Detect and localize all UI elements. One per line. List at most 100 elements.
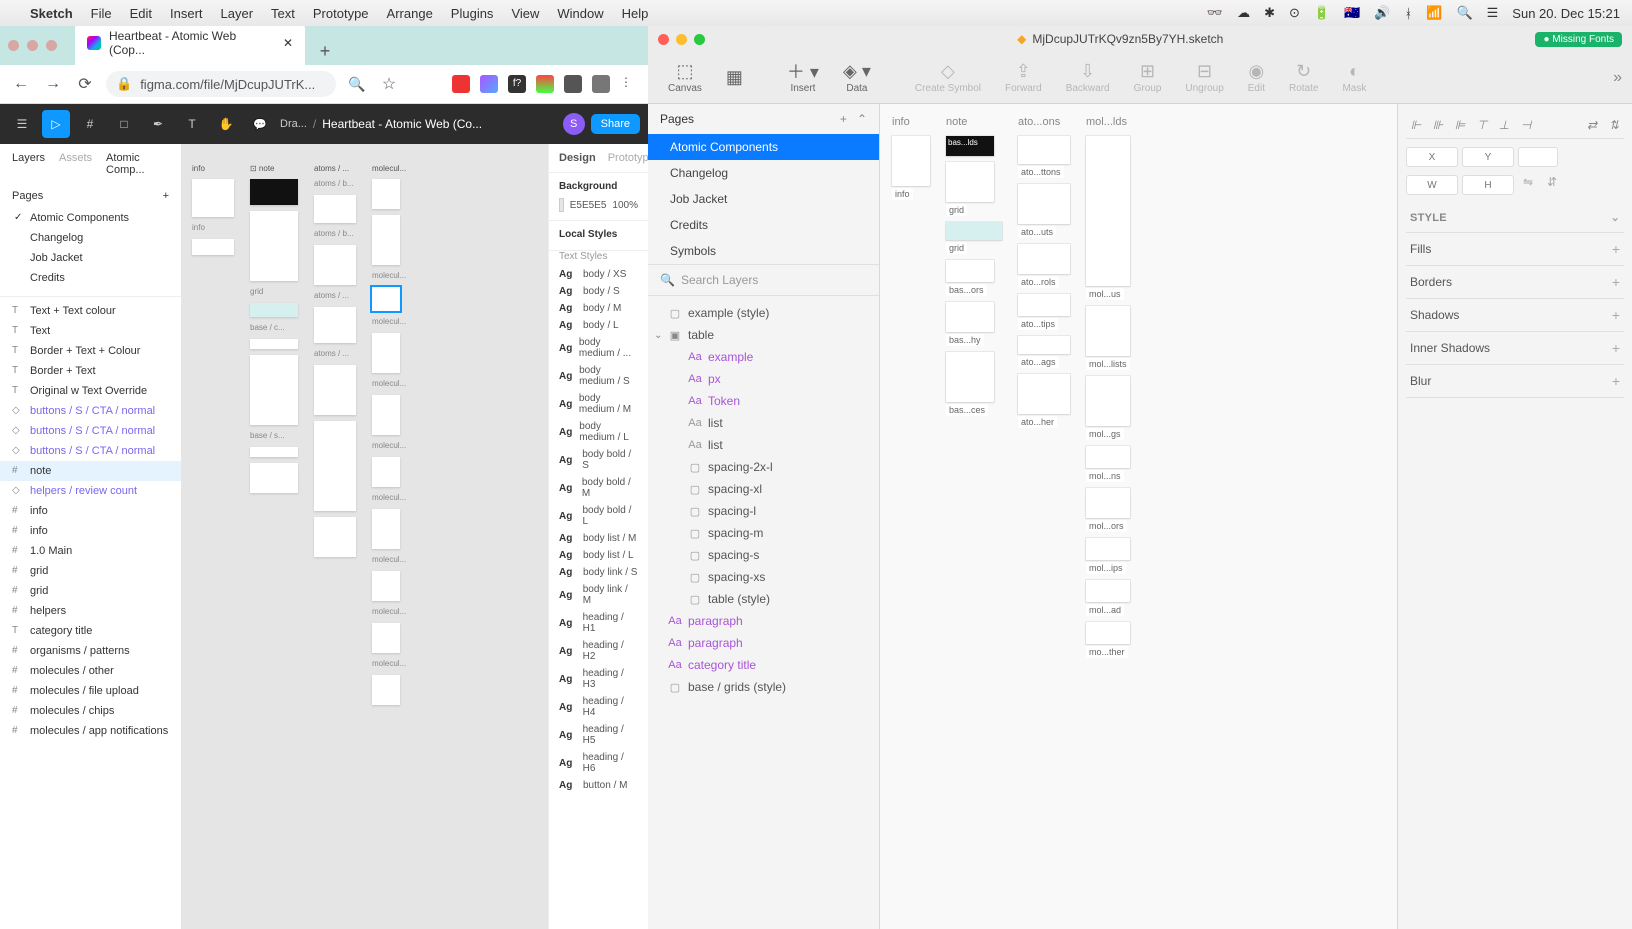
- pen-tool-icon[interactable]: ✒: [144, 110, 172, 138]
- figma-menu-icon[interactable]: ☰: [8, 110, 36, 138]
- text-style-item[interactable]: Agbody bold / M: [559, 474, 638, 502]
- bg-swatch[interactable]: [559, 198, 564, 212]
- layer-item[interactable]: #molecules / chips: [0, 701, 181, 721]
- frame-tool-icon[interactable]: #: [76, 110, 104, 138]
- text-style-item[interactable]: Agbody medium / ...: [559, 334, 638, 362]
- tab-close-icon[interactable]: ✕: [283, 36, 293, 50]
- artboard-label[interactable]: molecul...: [372, 659, 406, 669]
- layers-tab[interactable]: Layers: [12, 152, 45, 176]
- draft-label[interactable]: Dra...: [280, 118, 307, 130]
- layer-item[interactable]: #grid: [0, 561, 181, 581]
- layer-item[interactable]: TBorder + Text + Colour: [0, 341, 181, 361]
- sketch-canvas[interactable]: infoinfonotebas...ldsgridgridbas...orsba…: [880, 104, 1397, 929]
- inspector-section[interactable]: Borders+: [1406, 266, 1624, 299]
- ext-icon[interactable]: [480, 75, 498, 93]
- artboard-label[interactable]: ato...rols: [1018, 276, 1059, 288]
- figma-file-title[interactable]: Heartbeat - Atomic Web (Co...: [322, 117, 482, 131]
- artboard-label[interactable]: grid: [250, 287, 298, 297]
- rot-input[interactable]: [1518, 147, 1558, 167]
- layer-item[interactable]: TBorder + Text: [0, 361, 181, 381]
- artboard[interactable]: [372, 457, 400, 487]
- artboard-label[interactable]: info: [892, 188, 913, 200]
- artboard[interactable]: [1086, 376, 1130, 426]
- artboard-label[interactable]: bas...hy: [946, 334, 984, 346]
- text-style-item[interactable]: Agbody link / S: [559, 564, 638, 581]
- toolbar-button[interactable]: ⇪Forward: [995, 61, 1052, 94]
- layer-item[interactable]: Aapx: [648, 368, 879, 390]
- add-icon[interactable]: +: [1612, 274, 1620, 290]
- layer-item[interactable]: #note: [0, 461, 181, 481]
- artboard-label[interactable]: mo...ther: [1086, 646, 1128, 658]
- text-style-item[interactable]: Agbody list / L: [559, 547, 638, 564]
- layer-item[interactable]: Aalist: [648, 412, 879, 434]
- layer-item[interactable]: ▢example (style): [648, 302, 879, 324]
- artboard[interactable]: [314, 245, 356, 285]
- artboard[interactable]: [1018, 374, 1070, 414]
- menu-help[interactable]: Help: [622, 6, 649, 21]
- flip-v-icon[interactable]: ⇵: [1542, 175, 1562, 195]
- page-item[interactable]: Symbols: [648, 238, 879, 264]
- artboard-label[interactable]: ato...her: [1018, 416, 1057, 428]
- artboard[interactable]: [250, 447, 298, 457]
- artboard[interactable]: [1086, 580, 1130, 602]
- omnibox[interactable]: 🔒 figma.com/file/MjDcupJUTrK...: [106, 71, 336, 97]
- artboard[interactable]: [372, 395, 400, 435]
- artboard[interactable]: [250, 339, 298, 349]
- align-right-icon[interactable]: ⊫: [1450, 116, 1470, 134]
- layer-search[interactable]: 🔍 Search Layers: [648, 264, 879, 296]
- distribute-v-icon[interactable]: ⇅: [1604, 116, 1624, 134]
- hand-tool-icon[interactable]: ✋: [212, 110, 240, 138]
- bookmark-icon[interactable]: ☆: [378, 73, 400, 95]
- layer-item[interactable]: #molecules / other: [0, 661, 181, 681]
- artboard[interactable]: [946, 352, 994, 402]
- layer-item[interactable]: ▢spacing-m: [648, 522, 879, 544]
- page-item[interactable]: Atomic Components: [0, 208, 181, 228]
- tray-search-icon[interactable]: 🔍: [1456, 5, 1472, 21]
- artboard[interactable]: [372, 287, 400, 311]
- layer-item[interactable]: ▢table (style): [648, 588, 879, 610]
- artboard[interactable]: [372, 571, 400, 601]
- artboard[interactable]: [372, 675, 400, 705]
- layer-item[interactable]: ▢spacing-xs: [648, 566, 879, 588]
- artboard[interactable]: [372, 215, 400, 265]
- layer-item[interactable]: Aaparagraph: [648, 632, 879, 654]
- text-style-item[interactable]: Agbody bold / S: [559, 446, 638, 474]
- toolbar-button[interactable]: ◐Mask: [1332, 61, 1376, 94]
- new-tab-button[interactable]: +: [311, 37, 339, 65]
- artboard[interactable]: [372, 179, 400, 209]
- y-input[interactable]: [1462, 147, 1514, 167]
- layer-item[interactable]: ◇helpers / review count: [0, 481, 181, 501]
- artboard[interactable]: [1018, 136, 1070, 164]
- artboard[interactable]: [1086, 446, 1130, 468]
- artboard[interactable]: [314, 365, 356, 415]
- layer-item[interactable]: ▢base / grids (style): [648, 676, 879, 698]
- toolbar-overflow-icon[interactable]: »: [1613, 69, 1622, 87]
- sketch-traffic-lights[interactable]: [658, 34, 705, 45]
- reload-button[interactable]: ⟳: [74, 73, 96, 95]
- artboard-label[interactable]: molecul...: [372, 441, 406, 451]
- bg-hex[interactable]: E5E5E5: [570, 200, 607, 211]
- artboard[interactable]: [372, 333, 400, 373]
- artboard-label[interactable]: mol...lists: [1086, 358, 1130, 370]
- layer-item[interactable]: Tcategory title: [0, 621, 181, 641]
- add-icon[interactable]: +: [1612, 373, 1620, 389]
- page-item[interactable]: Job Jacket: [648, 186, 879, 212]
- align-vcenter-icon[interactable]: ⊥: [1494, 116, 1514, 134]
- artboard-label[interactable]: ato...uts: [1018, 226, 1056, 238]
- layer-item[interactable]: Aaparagraph: [648, 610, 879, 632]
- layer-item[interactable]: Aalist: [648, 434, 879, 456]
- artboard-label[interactable]: mol...ors: [1086, 520, 1127, 532]
- w-input[interactable]: [1406, 175, 1458, 195]
- align-left-icon[interactable]: ⊩: [1406, 116, 1426, 134]
- back-button[interactable]: ←: [10, 73, 32, 95]
- layer-item[interactable]: ◇buttons / S / CTA / normal: [0, 401, 181, 421]
- text-style-item[interactable]: Agbody / S: [559, 283, 638, 300]
- layer-item[interactable]: #molecules / app notifications: [0, 721, 181, 741]
- layer-item[interactable]: TOriginal w Text Override: [0, 381, 181, 401]
- layer-item[interactable]: Aaexample: [648, 346, 879, 368]
- inspector-section[interactable]: Inner Shadows+: [1406, 332, 1624, 365]
- design-tab[interactable]: Design: [559, 152, 596, 164]
- artboard[interactable]: [946, 260, 994, 282]
- tray-wifi-icon[interactable]: 📶: [1426, 5, 1442, 21]
- menu-layer[interactable]: Layer: [221, 6, 254, 21]
